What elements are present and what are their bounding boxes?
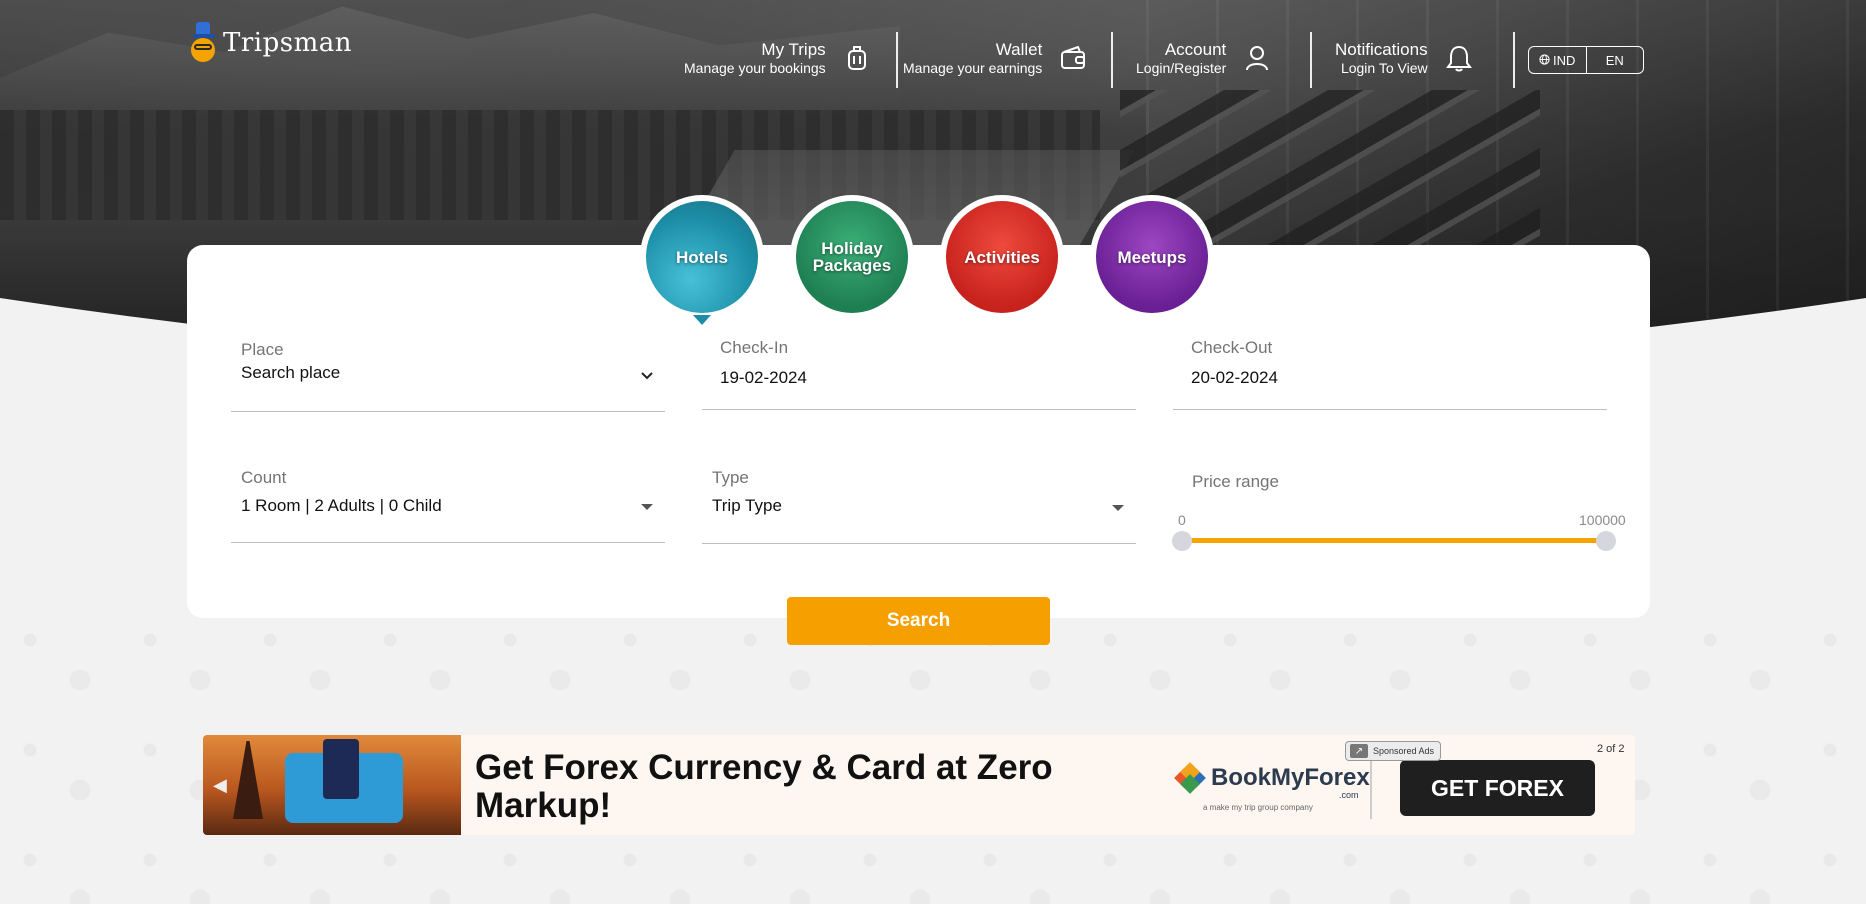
nav-wallet-title: Wallet <box>995 40 1043 59</box>
tab-activities[interactable]: Activities <box>940 195 1064 319</box>
nav-account-subtitle: Login/Register <box>1136 59 1227 76</box>
nav-separator <box>1111 32 1113 88</box>
carousel-prev-icon[interactable]: ◀ <box>213 775 227 796</box>
caret-down-icon <box>1112 505 1124 511</box>
category-tabs: Hotels Holiday Packages Activities Meetu… <box>640 195 1214 325</box>
ad-separator <box>1370 755 1372 819</box>
region-label: IND <box>1553 52 1576 68</box>
tab-hotels-label: Hotels <box>676 247 728 267</box>
place-label: Place <box>241 340 284 359</box>
region-selector[interactable]: IND <box>1529 47 1586 73</box>
price-max-thumb[interactable] <box>1596 531 1616 551</box>
check-out-field[interactable]: Check-Out 20-02-2024 <box>1173 338 1607 410</box>
ad-banner[interactable]: ◀ Get Forex Currency & Card at Zero Mark… <box>203 735 1635 835</box>
ad-headline: Get Forex Currency & Card at Zero Markup… <box>475 748 1053 825</box>
place-select[interactable]: Search place <box>241 363 665 383</box>
tab-activities-label: Activities <box>964 247 1040 267</box>
caret-down-icon <box>641 504 653 510</box>
ad-brand-tagline: a make my trip group company <box>1203 803 1313 812</box>
language-selector[interactable]: EN <box>1585 47 1644 73</box>
wallet-icon <box>1060 45 1086 71</box>
nav-wallet[interactable]: Wallet Manage your earnings <box>903 40 1086 76</box>
check-in-input[interactable]: 19-02-2024 <box>720 368 1136 388</box>
tab-holiday-packages-label: Holiday Packages <box>812 239 892 275</box>
brand-logo[interactable]: Tripsman <box>189 22 352 64</box>
chevron-down-icon <box>641 368 653 383</box>
count-field[interactable]: Count 1 Room | 2 Adults | 0 Child <box>231 468 665 543</box>
price-range-track[interactable] <box>1182 538 1606 543</box>
search-button[interactable]: Search <box>787 597 1050 645</box>
check-out-input[interactable]: 20-02-2024 <box>1191 368 1607 388</box>
type-label: Type <box>712 468 749 487</box>
nav-account[interactable]: Account Login/Register <box>1136 40 1270 76</box>
check-out-label: Check-Out <box>1191 338 1273 357</box>
bell-icon <box>1445 45 1472 72</box>
price-min-label: 0 <box>1178 512 1186 528</box>
nav-my-trips[interactable]: My Trips Manage your bookings <box>684 40 870 76</box>
ad-brand-logo: BookMyForex <box>1174 762 1370 794</box>
price-max-label: 100000 <box>1579 512 1626 528</box>
price-min-thumb[interactable] <box>1172 531 1192 551</box>
mascot-icon <box>189 22 217 64</box>
globe-icon <box>1539 53 1550 68</box>
nav-account-title: Account <box>1164 40 1227 59</box>
nav-separator <box>896 32 898 88</box>
nav-my-trips-subtitle: Manage your bookings <box>684 59 826 76</box>
brand-name: Tripsman <box>223 28 352 58</box>
count-label: Count <box>241 468 287 487</box>
user-icon <box>1244 45 1270 71</box>
count-select[interactable]: 1 Room | 2 Adults | 0 Child <box>241 496 665 516</box>
type-field[interactable]: Type Trip Type <box>702 468 1136 544</box>
get-forex-button[interactable]: GET FOREX <box>1400 760 1595 816</box>
sponsored-ads-label: Sponsored Ads <box>1373 746 1435 756</box>
language-label: EN <box>1605 52 1624 68</box>
nav-notifications[interactable]: Notifications Login To View <box>1335 40 1472 76</box>
nav-notifications-title: Notifications <box>1335 40 1428 59</box>
bookmyforex-logo-icon <box>1174 762 1206 794</box>
place-field[interactable]: Place Search place <box>231 340 665 412</box>
type-select[interactable]: Trip Type <box>712 496 1136 516</box>
check-in-label: Check-In <box>720 338 789 357</box>
nav-separator <box>1513 32 1515 88</box>
nav-wallet-subtitle: Manage your earnings <box>903 59 1043 76</box>
ad-brand-name: BookMyForex <box>1211 764 1370 791</box>
external-link-icon: ↗ <box>1350 744 1368 758</box>
luggage-icon <box>844 45 870 71</box>
check-in-field[interactable]: Check-In 19-02-2024 <box>702 338 1136 410</box>
ad-counter: 2 of 2 <box>1597 743 1625 755</box>
nav-separator <box>1310 32 1312 88</box>
nav-notifications-subtitle: Login To View <box>1340 59 1428 76</box>
sponsored-ads-badge[interactable]: ↗ Sponsored Ads <box>1345 741 1442 761</box>
ad-image <box>203 735 461 835</box>
tab-hotels[interactable]: Hotels <box>640 195 764 325</box>
price-range-label: Price range <box>1192 472 1279 491</box>
locale-selector[interactable]: IND EN <box>1528 46 1644 74</box>
tab-holiday-packages[interactable]: Holiday Packages <box>790 195 914 319</box>
tab-meetups[interactable]: Meetups <box>1090 195 1214 319</box>
ad-brand-domain: .com <box>1339 790 1359 800</box>
nav-my-trips-title: My Trips <box>761 40 826 59</box>
tab-meetups-label: Meetups <box>1117 247 1187 267</box>
